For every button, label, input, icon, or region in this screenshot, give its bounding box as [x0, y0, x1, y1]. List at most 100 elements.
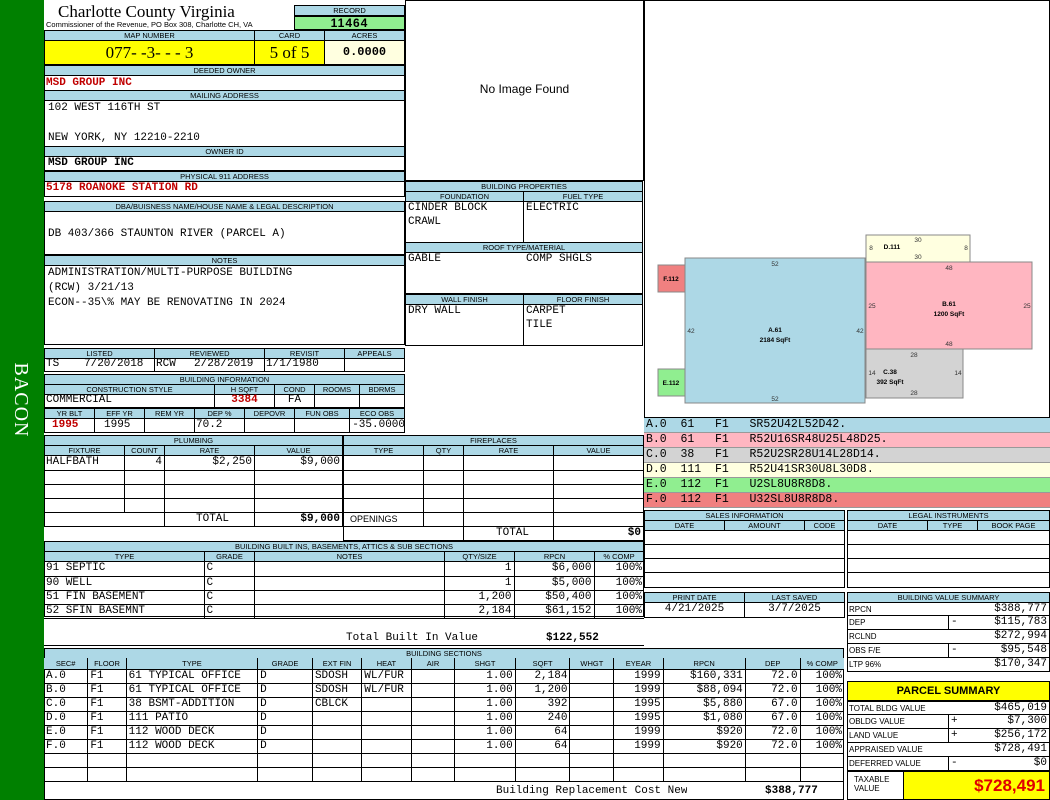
section-cell: 100% [799, 725, 844, 740]
builtin-cell: $50,400 [513, 590, 594, 605]
builtin-cell [253, 562, 444, 577]
section-cell: F1 [87, 725, 127, 740]
section-cell-empty [454, 753, 516, 768]
bvs-sign: - [948, 644, 958, 657]
plumbing-count: 4 [155, 456, 162, 468]
bvs-label: RPCN [849, 605, 872, 614]
sections-col-header: EXT FIN [311, 658, 362, 670]
section-cell-empty [87, 767, 127, 782]
section-cell: F.0 [44, 739, 88, 754]
section-cell: 1995 [613, 697, 664, 712]
dim-d-left: 8 [869, 245, 873, 252]
builtin-cell: 100% [593, 604, 644, 619]
notes-line-2: (RCW) 3/21/13 [48, 282, 134, 294]
section-cell: 1.00 [454, 711, 516, 726]
section-cell: 38 BSMT-ADDITION [125, 697, 258, 712]
builtin-cell: C [203, 576, 254, 591]
sales-line-2 [644, 558, 845, 559]
parcel-row: DEFERRED VALUE - $0 [847, 757, 1050, 771]
bi-div-9 [294, 418, 295, 433]
section-cell [410, 683, 455, 698]
section-cell: 72.0 [744, 739, 801, 754]
dim-a-top: 52 [771, 261, 779, 268]
section-cell: 1999 [613, 669, 664, 684]
section-cell-empty [744, 753, 801, 768]
roof-material: COMP SHGLS [526, 253, 593, 265]
parcel-value: $728,491 [994, 743, 1047, 755]
parcel-value: $7,300 [1007, 715, 1047, 727]
section-cell [361, 711, 412, 726]
section-row: B.0 F1 61 TYPICAL OFFICE D SDOSH WL/FUR 1.00 1,… [44, 683, 844, 698]
parcel-row: OBLDG VALUE + $7,300 [847, 715, 1050, 729]
reviewed-by: RCW [156, 358, 176, 370]
wall-finish: DRY WALL [408, 305, 461, 317]
section-cell: B.0 [44, 683, 88, 698]
record-label: RECORD [294, 5, 405, 16]
section-cell [569, 725, 614, 740]
section-cell: F1 [87, 711, 127, 726]
dates-divider-3 [344, 358, 345, 372]
builtin-cell: 1 [443, 576, 514, 591]
legal-line-2 [847, 558, 1050, 559]
section-cell: D [257, 683, 313, 698]
bvs-value: $272,994 [994, 630, 1047, 642]
section-cell: D [257, 697, 313, 712]
fp-row-line-2 [343, 484, 644, 485]
sections-table: SEC# FLOOR TYPE GRADE EXT FIN HEAT AIR SHGT SQFT… [44, 658, 844, 782]
pl-row-line-3 [44, 498, 343, 499]
parcel-row: LAND VALUE + $256,172 [847, 729, 1050, 743]
section-cell: 64 [514, 725, 570, 740]
cond-value: FA [287, 394, 302, 406]
builtin-cell: $5,000 [513, 576, 594, 591]
print-date: 4/21/2025 [664, 603, 725, 615]
section-cell-empty [799, 767, 844, 782]
eco-obs: -35.0000 [352, 419, 405, 431]
builtin-row: 52 SFIN BASEMNT C 2,184 $61,152 100% [44, 604, 644, 619]
section-cell: $160,331 [662, 669, 746, 684]
section-cell: $5,880 [662, 697, 746, 712]
builtin-cell: 52 SFIN BASEMNT [44, 604, 204, 619]
builtin-cell: 91 SEPTIC [44, 562, 204, 577]
section-cell [311, 711, 362, 726]
builtins-total: $122,552 [546, 632, 599, 644]
deeded-owner: MSD GROUP INC [46, 77, 132, 89]
builtin-row: 90 WELL C 1 $5,000 100% [44, 576, 644, 591]
bi-div-7 [194, 418, 195, 433]
parcel-row: TOTAL BLDG VALUE $465,019 [847, 701, 1050, 715]
builtin-cell: 1,200 [443, 590, 514, 605]
roof-type: GABLE [408, 253, 442, 265]
parcel-label: DEFERRED VALUE [849, 759, 921, 768]
builtin-cell [253, 590, 444, 605]
sketch-drawing: A.61 2184 SqFt B.61 1200 SqFt C.38 392 S… [657, 234, 1033, 404]
fireplace-total-label: TOTAL [496, 527, 530, 539]
pl-row-line-2 [44, 484, 343, 485]
builtin-cell: 2,184 [443, 604, 514, 619]
section-cell: CBLCK [311, 697, 362, 712]
section-cell-empty [569, 767, 614, 782]
replacement-cost-label: Building Replacement Cost New [496, 785, 688, 797]
section-row: E.0 F1 112 WOOD DECK D 1.00 64 1999 $920 72.0 100… [44, 725, 844, 740]
builtins-total-underline [44, 645, 644, 646]
sketch-f-label: F.112 [663, 276, 679, 283]
dim-c-top: 28 [910, 352, 918, 359]
parcel-sign: - [948, 757, 958, 770]
sections-col-header: % COMP [799, 658, 844, 670]
builtin-cell: 1 [443, 562, 514, 577]
dates-divider-2 [264, 358, 265, 372]
sketch-c-label: C.38 [883, 369, 897, 376]
section-cell: D [257, 669, 313, 684]
bi-div-6 [144, 418, 145, 433]
bvs-value: $115,783 [994, 616, 1047, 628]
sections-col-header: HEAT [361, 658, 412, 670]
bi-div-3 [314, 394, 315, 408]
construction-style: COMMERCIAL [46, 394, 113, 406]
plumbing-value: $9,000 [300, 456, 340, 468]
section-cell-empty [44, 767, 88, 782]
section-cell [410, 697, 455, 712]
dim-c-bot: 28 [910, 390, 918, 397]
legend-row: F.0 112 F1 U32SL8U8R8D8. [644, 493, 1050, 508]
section-cell-empty [514, 767, 570, 782]
sections-col-header: WHGT [569, 658, 614, 670]
section-cell-empty [410, 753, 455, 768]
bvs-label: RCLND [849, 632, 877, 641]
